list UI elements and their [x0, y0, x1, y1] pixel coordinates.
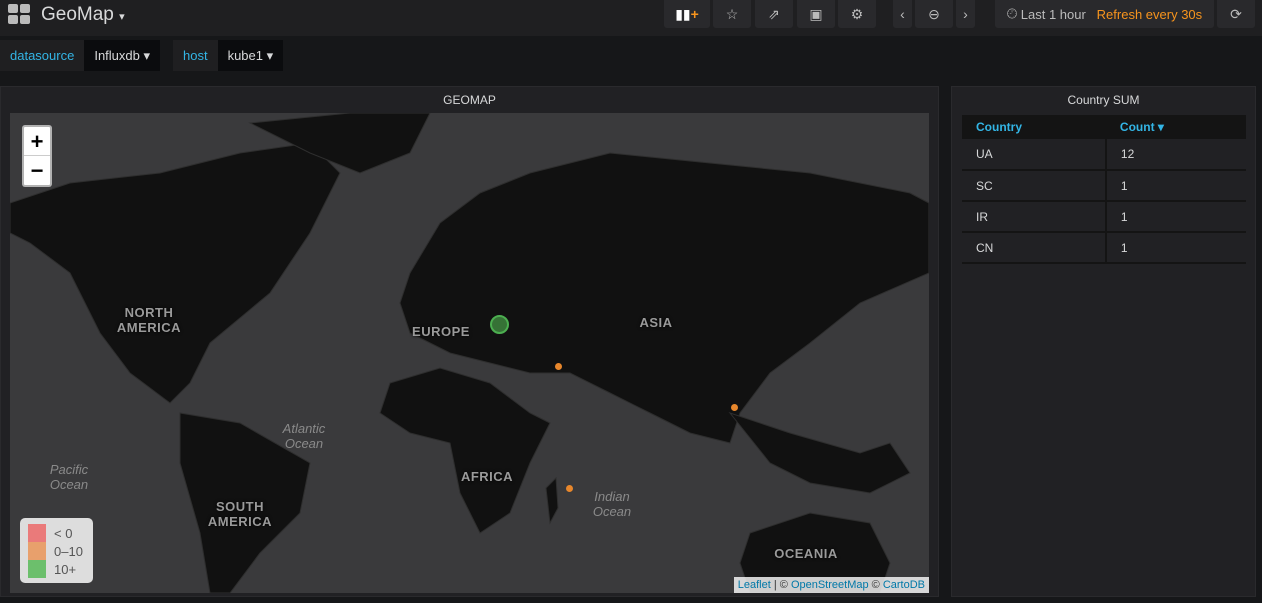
- add-panel-button[interactable]: ▮▮+: [664, 0, 710, 28]
- top-navbar: GeoMap ▾ ▮▮+ ☆ ⇗ ▣ ⚙ ‹ ⊖ › 🕘︎ Last 1 hou…: [0, 0, 1262, 36]
- label-europe: EUROPE: [412, 324, 470, 339]
- save-button[interactable]: ▣: [797, 0, 835, 28]
- zoom-control: + −: [22, 125, 52, 187]
- variable-label: host: [173, 40, 218, 71]
- panel-title[interactable]: GEOMAP: [1, 93, 938, 107]
- marker-cn[interactable]: [731, 404, 738, 411]
- label-north-america: NORTH AMERICA: [116, 305, 182, 335]
- country-sum-table: Country Count ▾ UA 12 SC 1 IR 1 CN 1: [962, 115, 1246, 264]
- marker-ua[interactable]: [490, 315, 509, 334]
- label-indian-ocean: Indian Ocean: [592, 489, 632, 519]
- dashboard-title[interactable]: GeoMap ▾: [41, 4, 125, 26]
- table-row: IR 1: [962, 201, 1246, 233]
- settings-button[interactable]: ⚙: [838, 0, 876, 28]
- share-icon: ⇗: [768, 5, 780, 22]
- openstreetmap-link[interactable]: OpenStreetMap: [791, 579, 869, 591]
- country-sum-panel: Country SUM Country Count ▾ UA 12 SC 1 IR 1…: [951, 86, 1256, 597]
- label-oceania: OCEANIA: [774, 546, 838, 561]
- variable-label: datasource: [0, 40, 85, 71]
- grafana-menu-icon[interactable]: [8, 4, 30, 24]
- marker-ir[interactable]: [555, 363, 562, 370]
- clock-icon: 🕘︎: [1006, 6, 1018, 21]
- cartodb-link[interactable]: CartoDB: [883, 579, 925, 591]
- table-row: SC 1: [962, 170, 1246, 202]
- marker-sc[interactable]: [566, 485, 573, 492]
- panel-title[interactable]: Country SUM: [952, 93, 1255, 107]
- zoom-out-button[interactable]: −: [24, 156, 50, 185]
- refresh-button[interactable]: ⟳: [1217, 0, 1255, 28]
- world-map[interactable]: NORTH AMERICA EUROPE ASIA AFRICA SOUTH A…: [10, 113, 929, 593]
- star-button[interactable]: ☆: [713, 0, 751, 28]
- variable-datasource: datasource Influxdb ▾: [0, 40, 161, 71]
- column-header-country[interactable]: Country: [962, 115, 1106, 139]
- refresh-icon: ⟳: [1230, 5, 1242, 22]
- zoom-out-time-button[interactable]: ⊖: [915, 0, 953, 28]
- map-legend: < 0 0–10 10+: [20, 518, 93, 583]
- zoom-in-button[interactable]: +: [24, 127, 50, 156]
- gear-icon: ⚙: [850, 5, 864, 22]
- map-attribution: Leaflet | © OpenStreetMap © CartoDB: [733, 577, 929, 593]
- zoom-out-icon: ⊖: [928, 5, 940, 22]
- time-picker-button[interactable]: 🕘︎ Last 1 hour Refresh every 30s: [995, 0, 1214, 28]
- variable-datasource-select[interactable]: Influxdb ▾: [84, 40, 161, 71]
- leaflet-link[interactable]: Leaflet: [738, 579, 771, 591]
- star-icon: ☆: [725, 5, 739, 22]
- map-landmass: [10, 113, 929, 593]
- share-button[interactable]: ⇗: [755, 0, 793, 28]
- legend-item: 0–10: [28, 542, 85, 560]
- label-pacific-ocean: Pacific Ocean: [49, 462, 89, 492]
- chevron-left-icon: ‹: [900, 6, 905, 22]
- legend-item: < 0: [28, 524, 85, 542]
- time-back-button[interactable]: ‹: [893, 0, 912, 28]
- label-africa: AFRICA: [460, 469, 514, 484]
- sort-desc-icon: ▾: [1157, 120, 1164, 134]
- table-row: CN 1: [962, 232, 1246, 264]
- table-row: UA 12: [962, 139, 1246, 171]
- label-south-america: SOUTH AMERICA: [207, 499, 273, 529]
- label-asia: ASIA: [639, 315, 673, 330]
- time-forward-button[interactable]: ›: [956, 0, 975, 28]
- save-icon: ▣: [809, 5, 823, 22]
- variable-host-select[interactable]: kube1 ▾: [217, 40, 284, 71]
- chevron-right-icon: ›: [963, 6, 968, 22]
- column-header-count[interactable]: Count ▾: [1105, 115, 1246, 139]
- bar-chart-plus-icon: ▮▮+: [675, 5, 699, 22]
- variable-host: host kube1 ▾: [173, 40, 284, 71]
- label-atlantic-ocean: Atlantic Ocean: [282, 421, 326, 451]
- legend-item: 10+: [28, 560, 85, 578]
